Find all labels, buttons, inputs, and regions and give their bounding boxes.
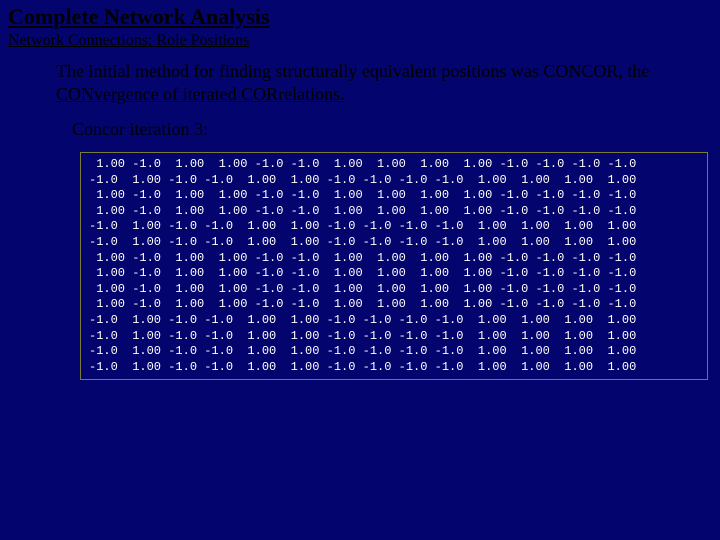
matrix-container: 1.00 -1.0 1.00 1.00 -1.0 -1.0 1.00 1.00 …: [80, 152, 708, 380]
body-prefix: The initial method for finding structura…: [56, 61, 649, 81]
matrix: 1.00 -1.0 1.00 1.00 -1.0 -1.0 1.00 1.00 …: [89, 157, 699, 375]
body-text: The initial method for finding structura…: [0, 60, 720, 105]
slide-subtitle: Network Connections: Role Positions: [0, 30, 720, 60]
iteration-label: Concor iteration 3:: [0, 105, 720, 146]
body-underlined: CONvergence of iterated CORrelations.: [56, 84, 345, 104]
slide-title: Complete Network Analysis: [0, 0, 720, 30]
